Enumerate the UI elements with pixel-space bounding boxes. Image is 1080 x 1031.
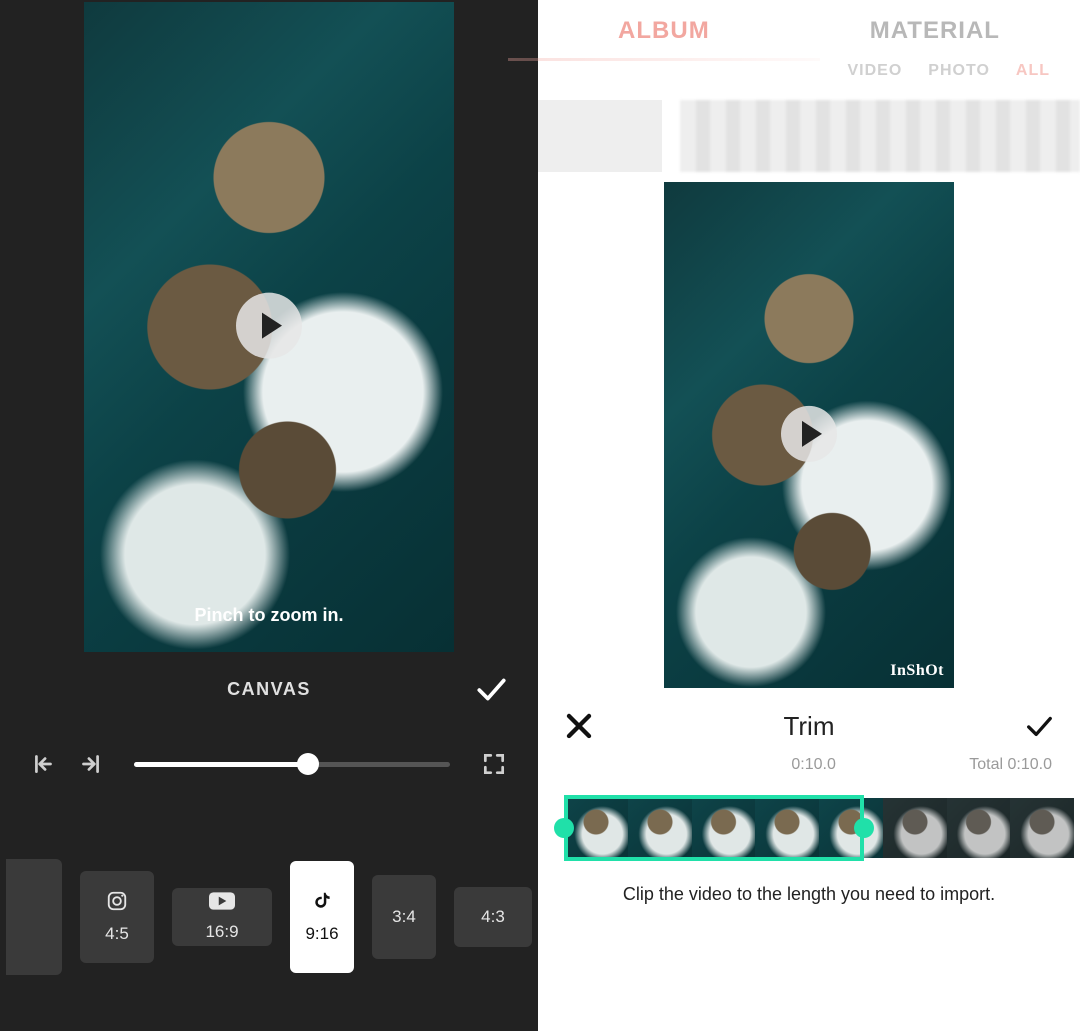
align-end-icon	[77, 751, 103, 777]
aspect-ratio-row[interactable]: 4:5 16:9 9:16 3:4 4:3	[0, 802, 538, 1031]
ratio-option-3-4[interactable]: 3:4	[372, 875, 436, 959]
canvas-editor-panel: Pinch to zoom in. CANVAS	[0, 0, 538, 1031]
zoom-hint: Pinch to zoom in.	[84, 605, 454, 626]
fit-screen-button[interactable]	[474, 744, 514, 784]
close-icon	[564, 711, 594, 741]
slider-fill	[134, 762, 308, 767]
play-button[interactable]	[781, 406, 837, 462]
ratio-option-9-16[interactable]: 9:16	[290, 861, 354, 973]
trim-title: Trim	[783, 711, 834, 742]
ratio-label: 16:9	[205, 922, 238, 942]
align-end-button[interactable]	[70, 744, 110, 784]
video-preview[interactable]: Pinch to zoom in.	[84, 2, 454, 652]
watermark-text: InShOt	[890, 662, 944, 680]
cancel-trim-button[interactable]	[564, 711, 594, 741]
trim-video-preview[interactable]: InShOt	[664, 182, 954, 688]
checkmark-icon	[1024, 711, 1054, 741]
instagram-icon	[106, 890, 128, 918]
align-start-icon	[31, 751, 57, 777]
media-filters: VIDEO PHOTO ALL	[538, 62, 1080, 100]
ratio-option-4-3[interactable]: 4:3	[454, 887, 532, 947]
ratio-option-4-5[interactable]: 4:5	[80, 871, 154, 963]
trim-current-time: 0:10.0	[791, 756, 835, 786]
confirm-canvas-button[interactable]	[474, 672, 508, 706]
canvas-title: CANVAS	[227, 679, 311, 700]
trim-handle-end[interactable]	[854, 818, 874, 838]
ratio-label: 4:3	[481, 907, 505, 927]
ratio-label: 4:5	[105, 924, 129, 944]
ratio-option-16-9[interactable]: 16:9	[172, 888, 272, 946]
trim-handle-start[interactable]	[554, 818, 574, 838]
thumbnail-placeholder[interactable]	[680, 100, 1080, 172]
ratio-label: 9:16	[305, 924, 338, 944]
tab-album[interactable]: ALBUM	[578, 7, 750, 55]
filter-all[interactable]: ALL	[1016, 62, 1050, 100]
tab-material[interactable]: MATERIAL	[830, 7, 1040, 55]
trim-preview-area: InShOt	[538, 172, 1080, 692]
timeline-frame	[883, 798, 947, 858]
play-icon	[262, 313, 282, 339]
trim-times: 0:10.0 Total 0:10.0	[538, 756, 1080, 786]
confirm-trim-button[interactable]	[1024, 711, 1054, 741]
import-trim-panel: ALBUM MATERIAL VIDEO PHOTO ALL InShOt Tr…	[538, 0, 1080, 1031]
thumbnail-placeholder[interactable]	[538, 100, 662, 172]
ratio-label: 3:4	[392, 907, 416, 927]
media-thumbnail-strip[interactable]	[538, 100, 1080, 172]
fit-screen-icon	[481, 751, 507, 777]
trim-header: Trim	[538, 696, 1080, 756]
timeline-frame	[1010, 798, 1074, 858]
tiktok-icon	[311, 890, 333, 918]
timeline-frame	[755, 798, 819, 858]
timeline-frame	[628, 798, 692, 858]
checkmark-icon	[474, 672, 508, 706]
canvas-preview-area: Pinch to zoom in.	[0, 0, 538, 652]
zoom-control-row	[0, 726, 538, 802]
filter-photo[interactable]: PHOTO	[928, 62, 990, 100]
align-start-button[interactable]	[24, 744, 64, 784]
source-tabs: ALBUM MATERIAL	[538, 0, 1080, 62]
tab-label: ALBUM	[618, 17, 710, 44]
zoom-slider[interactable]	[134, 744, 450, 784]
trim-total-time: Total 0:10.0	[969, 756, 1052, 786]
canvas-section-header: CANVAS	[0, 652, 538, 726]
slider-knob[interactable]	[297, 753, 319, 775]
timeline-frame	[947, 798, 1011, 858]
ratio-option-blank[interactable]	[6, 859, 62, 975]
play-icon	[802, 421, 822, 447]
timeline-frame	[692, 798, 756, 858]
timeline-frames	[564, 798, 1074, 858]
play-button[interactable]	[236, 293, 302, 359]
tab-label: MATERIAL	[870, 17, 1000, 44]
filter-video[interactable]: VIDEO	[847, 62, 902, 100]
trim-timeline[interactable]	[552, 792, 1074, 864]
youtube-icon	[209, 892, 235, 916]
trim-hint: Clip the video to the length you need to…	[538, 864, 1080, 905]
